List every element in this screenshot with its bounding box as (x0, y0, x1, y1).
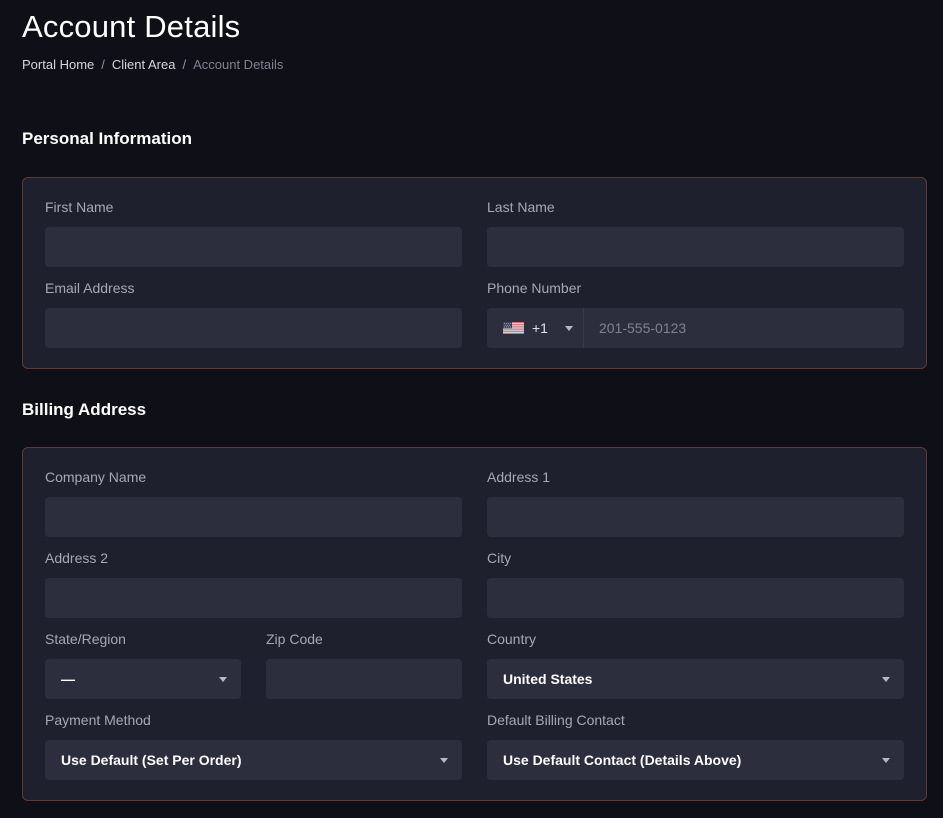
city-field: City (487, 550, 904, 618)
zip-label: Zip Code (266, 631, 462, 647)
zip-field: Zip Code (266, 631, 462, 699)
breadcrumb-current-page: Account Details (193, 57, 283, 73)
email-label: Email Address (45, 280, 462, 296)
breadcrumb-separator: / (101, 57, 105, 73)
city-input[interactable] (487, 578, 904, 618)
phone-field: Phone Number (487, 280, 904, 348)
country-select[interactable]: United States (487, 659, 904, 699)
address2-label: Address 2 (45, 550, 462, 566)
state-select[interactable]: — (45, 659, 241, 699)
personal-information-heading: Personal Information (22, 129, 927, 149)
personal-information-panel: First Name Last Name Email Address Phone… (22, 177, 927, 369)
chevron-down-icon (565, 326, 573, 331)
first-name-label: First Name (45, 199, 462, 215)
us-flag-icon (503, 322, 524, 334)
company-name-input[interactable] (45, 497, 462, 537)
last-name-input[interactable] (487, 227, 904, 267)
page-title: Account Details (22, 8, 927, 46)
address1-label: Address 1 (487, 469, 904, 485)
country-field: Country United States (487, 631, 904, 699)
default-billing-contact-label: Default Billing Contact (487, 712, 904, 728)
country-label: Country (487, 631, 904, 647)
email-field: Email Address (45, 280, 462, 348)
payment-method-field: Payment Method Use Default (Set Per Orde… (45, 712, 462, 780)
address2-field: Address 2 (45, 550, 462, 618)
address1-input[interactable] (487, 497, 904, 537)
company-name-field: Company Name (45, 469, 462, 537)
payment-method-label: Payment Method (45, 712, 462, 728)
state-label: State/Region (45, 631, 241, 647)
breadcrumb-separator: / (182, 57, 186, 73)
address1-field: Address 1 (487, 469, 904, 537)
default-billing-contact-field: Default Billing Contact Use Default Cont… (487, 712, 904, 780)
account-details-page: Account Details Portal Home / Client Are… (0, 0, 943, 801)
phone-input[interactable] (583, 308, 904, 348)
first-name-input[interactable] (45, 227, 462, 267)
first-name-field: First Name (45, 199, 462, 267)
payment-method-select[interactable]: Use Default (Set Per Order) (45, 740, 462, 780)
dial-code: +1 (532, 320, 548, 336)
phone-group: +1 (487, 308, 904, 348)
breadcrumb-client-area[interactable]: Client Area (112, 57, 176, 73)
phone-label: Phone Number (487, 280, 904, 296)
chevron-down-icon (219, 677, 227, 682)
breadcrumb-portal-home[interactable]: Portal Home (22, 57, 94, 73)
phone-country-select[interactable]: +1 (487, 308, 583, 348)
billing-address-panel: Company Name Address 1 Address 2 City St… (22, 447, 927, 801)
default-billing-contact-select[interactable]: Use Default Contact (Details Above) (487, 740, 904, 780)
company-name-label: Company Name (45, 469, 462, 485)
email-input[interactable] (45, 308, 462, 348)
city-label: City (487, 550, 904, 566)
state-field: State/Region — (45, 631, 241, 699)
chevron-down-icon (882, 677, 890, 682)
chevron-down-icon (440, 758, 448, 763)
billing-address-heading: Billing Address (22, 400, 927, 420)
address2-input[interactable] (45, 578, 462, 618)
zip-input[interactable] (266, 659, 462, 699)
last-name-field: Last Name (487, 199, 904, 267)
chevron-down-icon (882, 758, 890, 763)
last-name-label: Last Name (487, 199, 904, 215)
breadcrumb: Portal Home / Client Area / Account Deta… (22, 57, 927, 73)
